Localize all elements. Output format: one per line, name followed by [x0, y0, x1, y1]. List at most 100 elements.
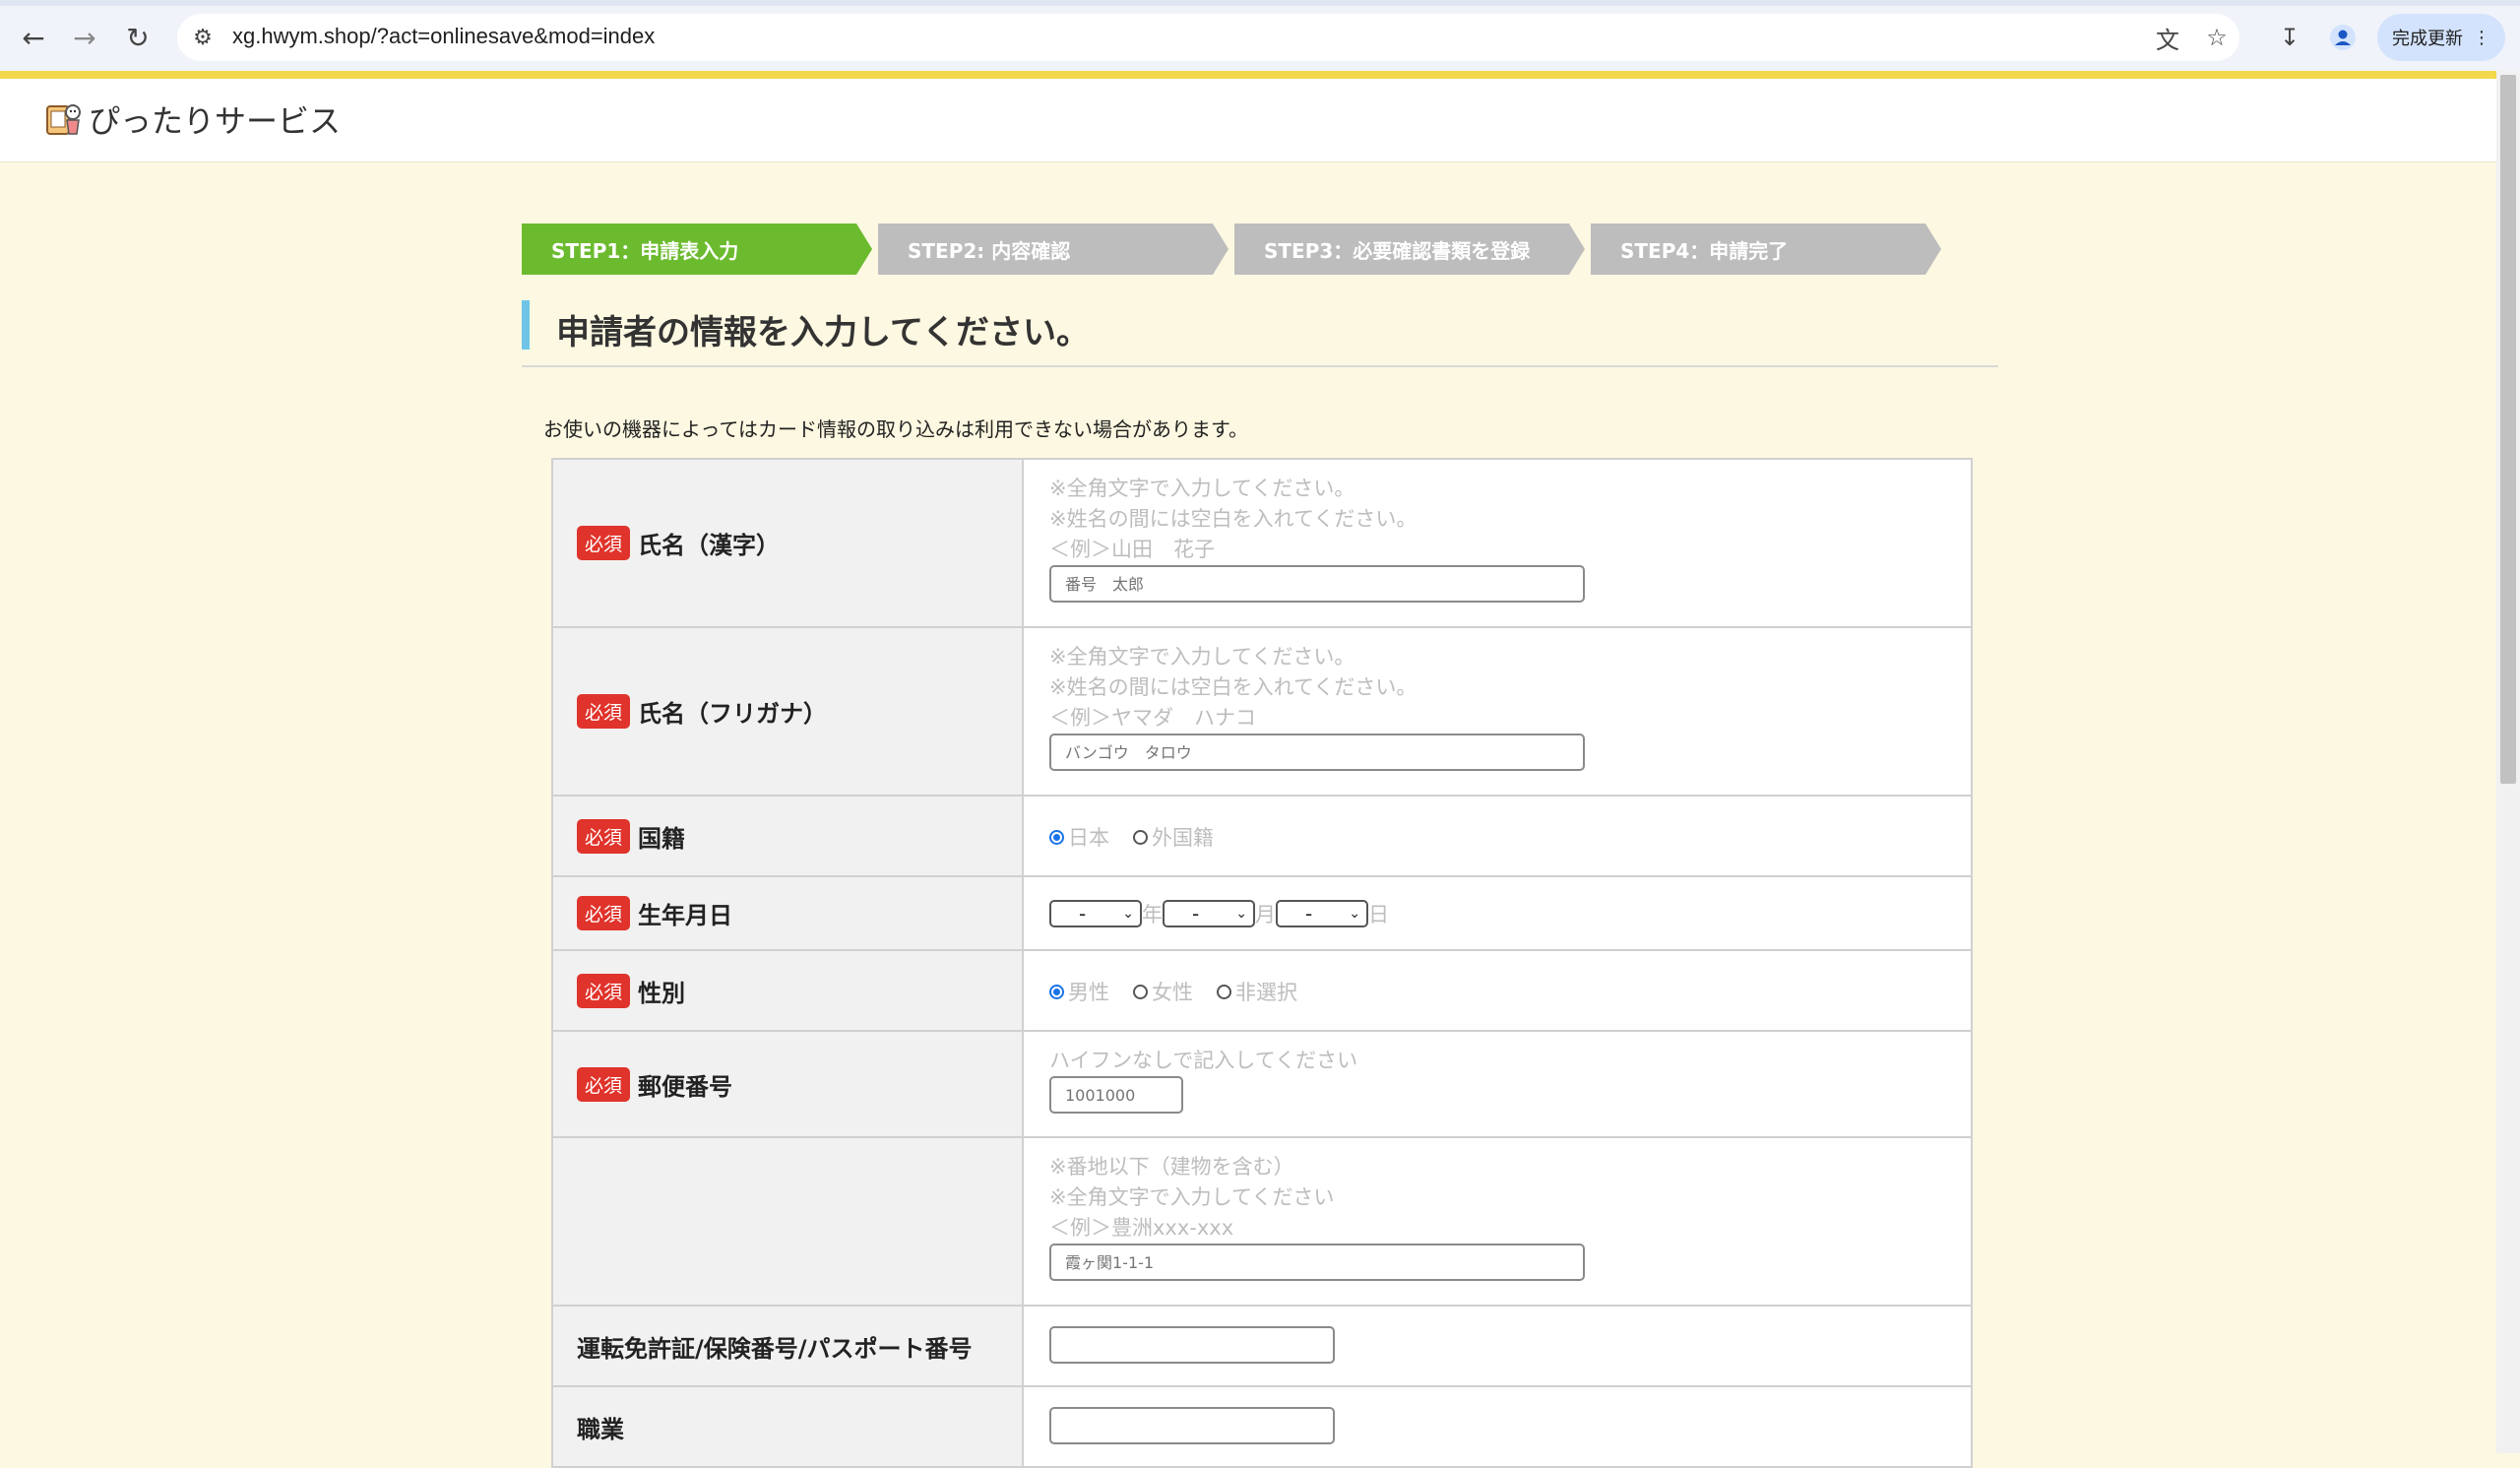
name-kana-input[interactable]: [1049, 734, 1585, 771]
nationality-option-foreign[interactable]: 外国籍: [1133, 822, 1214, 852]
gender-option-male[interactable]: 男性: [1049, 977, 1109, 1006]
hint-line: ＜例＞山田 花子: [1049, 538, 1215, 561]
value-cell: [1026, 1387, 1971, 1458]
label-cell: 必須 氏名（漢字）: [553, 460, 1024, 626]
required-badge: 必須: [577, 526, 631, 560]
field-label: 職業: [577, 1415, 624, 1443]
year-select[interactable]: - ⌄: [1049, 900, 1142, 927]
step-3: STEP3：必要確認書類を登録: [1234, 223, 1585, 275]
name-kanji-input[interactable]: [1049, 565, 1585, 603]
hint-line: ※全角文字で入力してください。: [1049, 477, 1355, 500]
label-cell: 必須 生年月日: [553, 877, 1024, 949]
row-postal: 必須 郵便番号 ハイフンなしで記入してください: [553, 1032, 1971, 1138]
step-2: STEP2: 内容確認: [878, 223, 1228, 275]
required-badge: 必須: [577, 694, 631, 729]
nationality-radio-group: 日本 外国籍: [1049, 822, 1947, 852]
hint-line: ＜例＞ヤマダ ハナコ: [1049, 706, 1256, 730]
profile-icon[interactable]: [2327, 22, 2359, 53]
hint-line: ※番地以下（建物を含む）: [1049, 1155, 1294, 1179]
chevron-down-icon: ⌄: [1235, 906, 1247, 922]
hint-line: ※全角文字で入力してください: [1049, 1185, 1335, 1209]
site-header: ぴったりサービス: [0, 79, 2496, 162]
month-value: -: [1192, 902, 1200, 925]
reload-icon[interactable]: ↻: [118, 18, 158, 57]
option-label: 日本: [1068, 826, 1109, 850]
top-accent-bar: [0, 71, 2496, 79]
field-label: 性別: [638, 979, 686, 1007]
year-unit: 年: [1142, 903, 1163, 926]
value-cell: 男性 女性 非選択: [1026, 951, 1971, 1020]
field-label: 郵便番号: [638, 1072, 733, 1101]
radio-icon[interactable]: [1217, 984, 1231, 999]
month-unit: 月: [1255, 903, 1276, 926]
section-divider: [522, 365, 1998, 367]
label-cell: 必須 郵便番号: [553, 1032, 1024, 1136]
field-label: 氏名（フリガナ）: [638, 700, 828, 728]
applicant-form: 必須 氏名（漢字） ※全角文字で入力してください。 ※姓名の間には空白を入れてく…: [551, 458, 1973, 1468]
field-label: 国籍: [638, 824, 686, 853]
field-label: 生年月日: [638, 902, 733, 929]
radio-icon[interactable]: [1133, 829, 1148, 845]
value-cell: ※番地以下（建物を含む） ※全角文字で入力してください ＜例＞豊洲xxx-xxx: [1026, 1138, 1971, 1295]
day-select[interactable]: - ⌄: [1276, 900, 1368, 927]
notice-text: お使いの機器によってはカード情報の取り込みは利用できない場合があります。: [543, 417, 1248, 441]
scrollbar-thumb[interactable]: [2500, 75, 2516, 784]
star-icon[interactable]: ☆: [2201, 22, 2233, 53]
gender-option-female[interactable]: 女性: [1133, 977, 1193, 1006]
label-cell: 必須 国籍: [553, 797, 1024, 875]
value-cell: ハイフンなしで記入してください: [1026, 1032, 1971, 1127]
url-text[interactable]: xg.hwym.shop/?act=onlinesave&mod=index: [232, 24, 655, 49]
label-cell: 運転免許証/保険番号/パスポート番号: [553, 1307, 1024, 1385]
option-label: 非選択: [1235, 981, 1297, 1004]
chevron-down-icon: ⌄: [1349, 906, 1360, 922]
chevron-down-icon: ⌄: [1122, 906, 1134, 922]
postal-code-input[interactable]: [1049, 1076, 1183, 1114]
radio-selected-icon[interactable]: [1049, 829, 1064, 845]
site-name[interactable]: ぴったりサービス: [89, 96, 341, 142]
back-icon[interactable]: ←: [14, 18, 53, 57]
field-label: 氏名（漢字）: [638, 532, 781, 559]
step-3-label: STEP3：必要確認書類を登録: [1264, 238, 1531, 263]
row-occupation: 職業: [553, 1387, 1971, 1466]
step-4-label: STEP4：申請完了: [1620, 238, 1789, 263]
step-2-label: STEP2: 内容確認: [908, 238, 1071, 263]
option-label: 女性: [1152, 981, 1193, 1004]
gender-option-unselected[interactable]: 非選択: [1217, 977, 1297, 1006]
occupation-input[interactable]: [1049, 1407, 1335, 1444]
required-badge: 必須: [577, 973, 631, 1008]
translate-icon[interactable]: 文: [2152, 22, 2183, 54]
license-number-input[interactable]: [1049, 1326, 1335, 1364]
browser-toolbar: ← → ↻ ⚙ xg.hwym.shop/?act=onlinesave&mod…: [0, 0, 2520, 75]
row-dob: 必須 生年月日 - ⌄ 年 - ⌄ 月 - ⌄ 日: [553, 877, 1971, 951]
step-1: STEP1：申請表入力: [522, 223, 872, 275]
day-value: -: [1305, 902, 1313, 925]
download-icon[interactable]: ↧: [2274, 22, 2305, 53]
step-4: STEP4：申請完了: [1591, 223, 1941, 275]
required-badge: 必須: [577, 896, 631, 930]
row-gender: 必須 性別 男性 女性 非選択: [553, 951, 1971, 1032]
day-unit: 日: [1368, 903, 1389, 926]
page-scrollbar[interactable]: [2496, 71, 2520, 1453]
address-bar[interactable]: ⚙ xg.hwym.shop/?act=onlinesave&mod=index: [177, 14, 2239, 61]
logo-icon[interactable]: [41, 96, 85, 140]
nationality-option-japan[interactable]: 日本: [1049, 822, 1109, 852]
site-settings-icon[interactable]: ⚙: [187, 22, 219, 53]
hint-line: ※全角文字で入力してください。: [1049, 645, 1355, 669]
row-address: ※番地以下（建物を含む） ※全角文字で入力してください ＜例＞豊洲xxx-xxx: [553, 1138, 1971, 1307]
address-input[interactable]: [1049, 1244, 1585, 1281]
update-button[interactable]: 完成更新 ⋮: [2377, 14, 2505, 61]
label-cell: [553, 1138, 1024, 1305]
month-select[interactable]: - ⌄: [1163, 900, 1255, 927]
field-label: 運転免許証/保険番号/パスポート番号: [577, 1334, 973, 1363]
forward-icon[interactable]: →: [65, 18, 104, 57]
radio-icon[interactable]: [1133, 984, 1148, 999]
update-label: 完成更新: [2392, 29, 2463, 49]
value-cell: ※全角文字で入力してください。 ※姓名の間には空白を入れてください。 ＜例＞山田…: [1026, 460, 1971, 616]
more-icon[interactable]: ⋮: [2473, 28, 2490, 48]
radio-selected-icon[interactable]: [1049, 984, 1064, 999]
hint-line: ※姓名の間には空白を入れてください。: [1049, 507, 1418, 531]
value-cell: 日本 外国籍: [1026, 797, 1971, 865]
value-cell: - ⌄ 年 - ⌄ 月 - ⌄ 日: [1026, 877, 1971, 942]
hint-line: ＜例＞豊洲xxx-xxx: [1049, 1216, 1234, 1240]
label-cell: 職業: [553, 1387, 1024, 1466]
